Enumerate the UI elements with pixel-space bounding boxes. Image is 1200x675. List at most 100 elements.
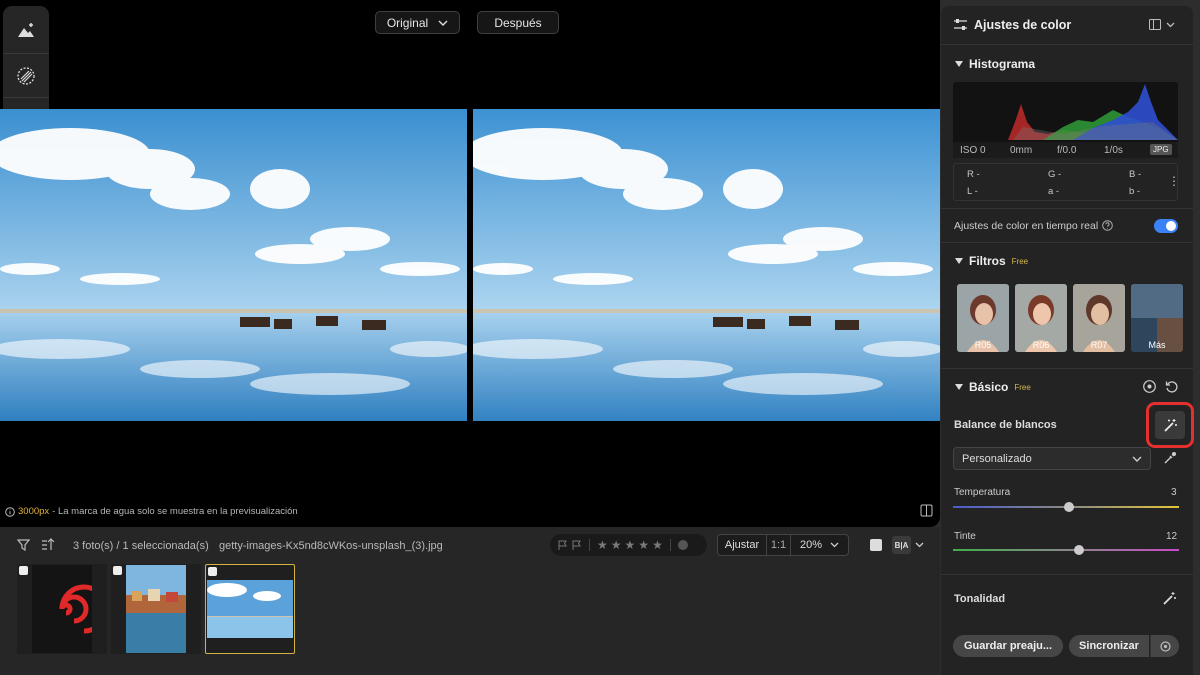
fit-button[interactable]: Ajustar	[718, 535, 767, 555]
white-balance-preset-select[interactable]: Personalizado	[953, 447, 1151, 470]
zoom-controls: Ajustar 1:1 20%	[717, 534, 849, 556]
filter-label: R06	[1032, 340, 1050, 350]
file-name: getty-images-Kx5nd8cWKos-unsplash_(3).jp…	[219, 540, 443, 552]
thumbnail-image	[32, 565, 92, 653]
wb-preset-value: Personalizado	[962, 452, 1032, 465]
g-readout: G -	[1048, 169, 1062, 180]
realtime-toggle[interactable]	[1154, 219, 1178, 233]
filters-title: Filtros	[969, 254, 1006, 268]
filter-r07[interactable]: R07	[1073, 284, 1125, 352]
filter-r05[interactable]: R05	[957, 284, 1009, 352]
sliders-icon	[954, 19, 967, 30]
sync-button[interactable]: Sincronizar	[1069, 635, 1149, 657]
tint-slider[interactable]	[953, 545, 1179, 555]
single-view-icon[interactable]	[870, 539, 882, 551]
star-rating[interactable]: ★ ★ ★ ★ ★	[597, 539, 663, 551]
before-view-dropdown[interactable]: Original	[375, 11, 460, 34]
slider-handle[interactable]	[1064, 502, 1074, 512]
slider-handle[interactable]	[1074, 545, 1084, 555]
iso-value: ISO 0	[960, 144, 986, 156]
exif-info: ISO 0 0mm f/0.0 1/0s JPG	[953, 142, 1178, 158]
texture-icon[interactable]	[3, 53, 49, 97]
gear-icon	[1159, 640, 1171, 652]
chevron-down-icon	[830, 542, 839, 548]
before-label: Original	[386, 15, 429, 30]
divider	[941, 574, 1193, 575]
l-readout: L -	[967, 186, 978, 197]
free-badge: Free	[1014, 382, 1031, 392]
divider	[941, 368, 1193, 369]
star-icon[interactable]: ★	[597, 539, 608, 551]
app-window: Original Después 3000px - La marca de ag…	[0, 0, 1200, 675]
color-label-dot[interactable]	[677, 540, 688, 550]
format-badge: JPG	[1150, 144, 1172, 155]
basic-header[interactable]: Básico Free	[955, 380, 1031, 394]
sync-settings-button[interactable]	[1150, 635, 1179, 657]
realtime-label: Ajustes de color en tiempo real	[954, 220, 1099, 232]
watermark-resolution: 3000px	[18, 506, 50, 517]
filters-header[interactable]: Filtros Free	[955, 254, 1028, 268]
compare-layout-icon[interactable]	[920, 504, 933, 517]
zoom-dropdown[interactable]: 20%	[791, 535, 848, 555]
one-to-one-button[interactable]: 1:1	[767, 535, 791, 555]
sort-icon[interactable]	[41, 538, 55, 551]
edited-icon	[113, 566, 122, 575]
after-photo	[473, 109, 940, 421]
shutter-speed: 1/0s	[1104, 144, 1123, 156]
tint-value: 12	[1166, 531, 1178, 542]
landscape-sparkle-icon[interactable]	[3, 8, 49, 52]
aperture: f/0.0	[1057, 144, 1077, 156]
filter-r06[interactable]: R06	[1015, 284, 1067, 352]
chevron-down-icon[interactable]	[915, 542, 924, 548]
more-filters-button[interactable]: Más	[1131, 284, 1183, 352]
filter-icon[interactable]	[17, 539, 30, 551]
watermark-text: - La marca de agua solo se muestra en la…	[52, 506, 298, 517]
edited-icon	[208, 567, 217, 576]
a-readout: a -	[1048, 186, 1060, 197]
chevron-down-icon[interactable]	[1166, 22, 1175, 28]
filter-label: R05	[974, 340, 992, 350]
free-badge: Free	[1011, 256, 1029, 266]
collapse-triangle-icon	[955, 61, 963, 67]
histogram-title: Histograma	[969, 57, 1036, 71]
thumbnail-town[interactable]	[111, 564, 201, 654]
eyedropper-icon[interactable]	[1163, 451, 1177, 465]
star-icon[interactable]: ★	[611, 539, 622, 551]
flag-icon[interactable]	[558, 540, 568, 550]
help-icon[interactable]	[1102, 220, 1113, 231]
after-view-button[interactable]: Después	[477, 11, 559, 34]
after-label: Después	[494, 15, 542, 30]
before-after-view-button[interactable]: B|A	[892, 536, 911, 554]
info-icon	[5, 506, 15, 517]
temperature-slider[interactable]	[953, 502, 1179, 512]
star-icon[interactable]: ★	[638, 539, 649, 551]
temperature-value: 3	[1171, 487, 1177, 498]
magic-wand-icon[interactable]	[1162, 591, 1177, 606]
white-balance-label: Balance de blancos	[954, 419, 1057, 431]
focal-length: 0mm	[1010, 144, 1033, 156]
b-readout: B -	[1129, 169, 1142, 180]
tonality-label: Tonalidad	[954, 593, 1006, 605]
chevron-down-icon	[1132, 456, 1142, 462]
temperature-label: Temperatura	[954, 487, 1011, 498]
visibility-eye-icon[interactable]	[1143, 380, 1156, 393]
filter-label: R07	[1090, 340, 1108, 350]
tint-label: Tinte	[954, 531, 976, 542]
image-viewer[interactable]: Original Después 3000px - La marca de ag…	[0, 0, 940, 527]
thumbnail-lake-selected[interactable]	[205, 564, 295, 654]
divider	[941, 242, 1193, 243]
edited-icon	[19, 566, 28, 575]
histogram-header[interactable]: Histograma	[955, 57, 1035, 71]
basic-title: Básico	[969, 380, 1009, 394]
b-lab-readout: b -	[1129, 186, 1141, 197]
reject-flag-icon[interactable]	[572, 540, 582, 550]
save-preset-button[interactable]: Guardar preaju...	[953, 635, 1063, 657]
more-options-icon[interactable]: ⋮	[1168, 174, 1180, 188]
star-icon[interactable]: ★	[625, 539, 636, 551]
star-icon[interactable]: ★	[652, 539, 663, 551]
thumbnail-spiral[interactable]	[17, 564, 107, 654]
thumbnail-image	[126, 565, 186, 653]
reset-icon[interactable]	[1165, 380, 1178, 393]
panel-layout-icon[interactable]	[1149, 19, 1161, 30]
collapse-triangle-icon	[955, 258, 963, 264]
